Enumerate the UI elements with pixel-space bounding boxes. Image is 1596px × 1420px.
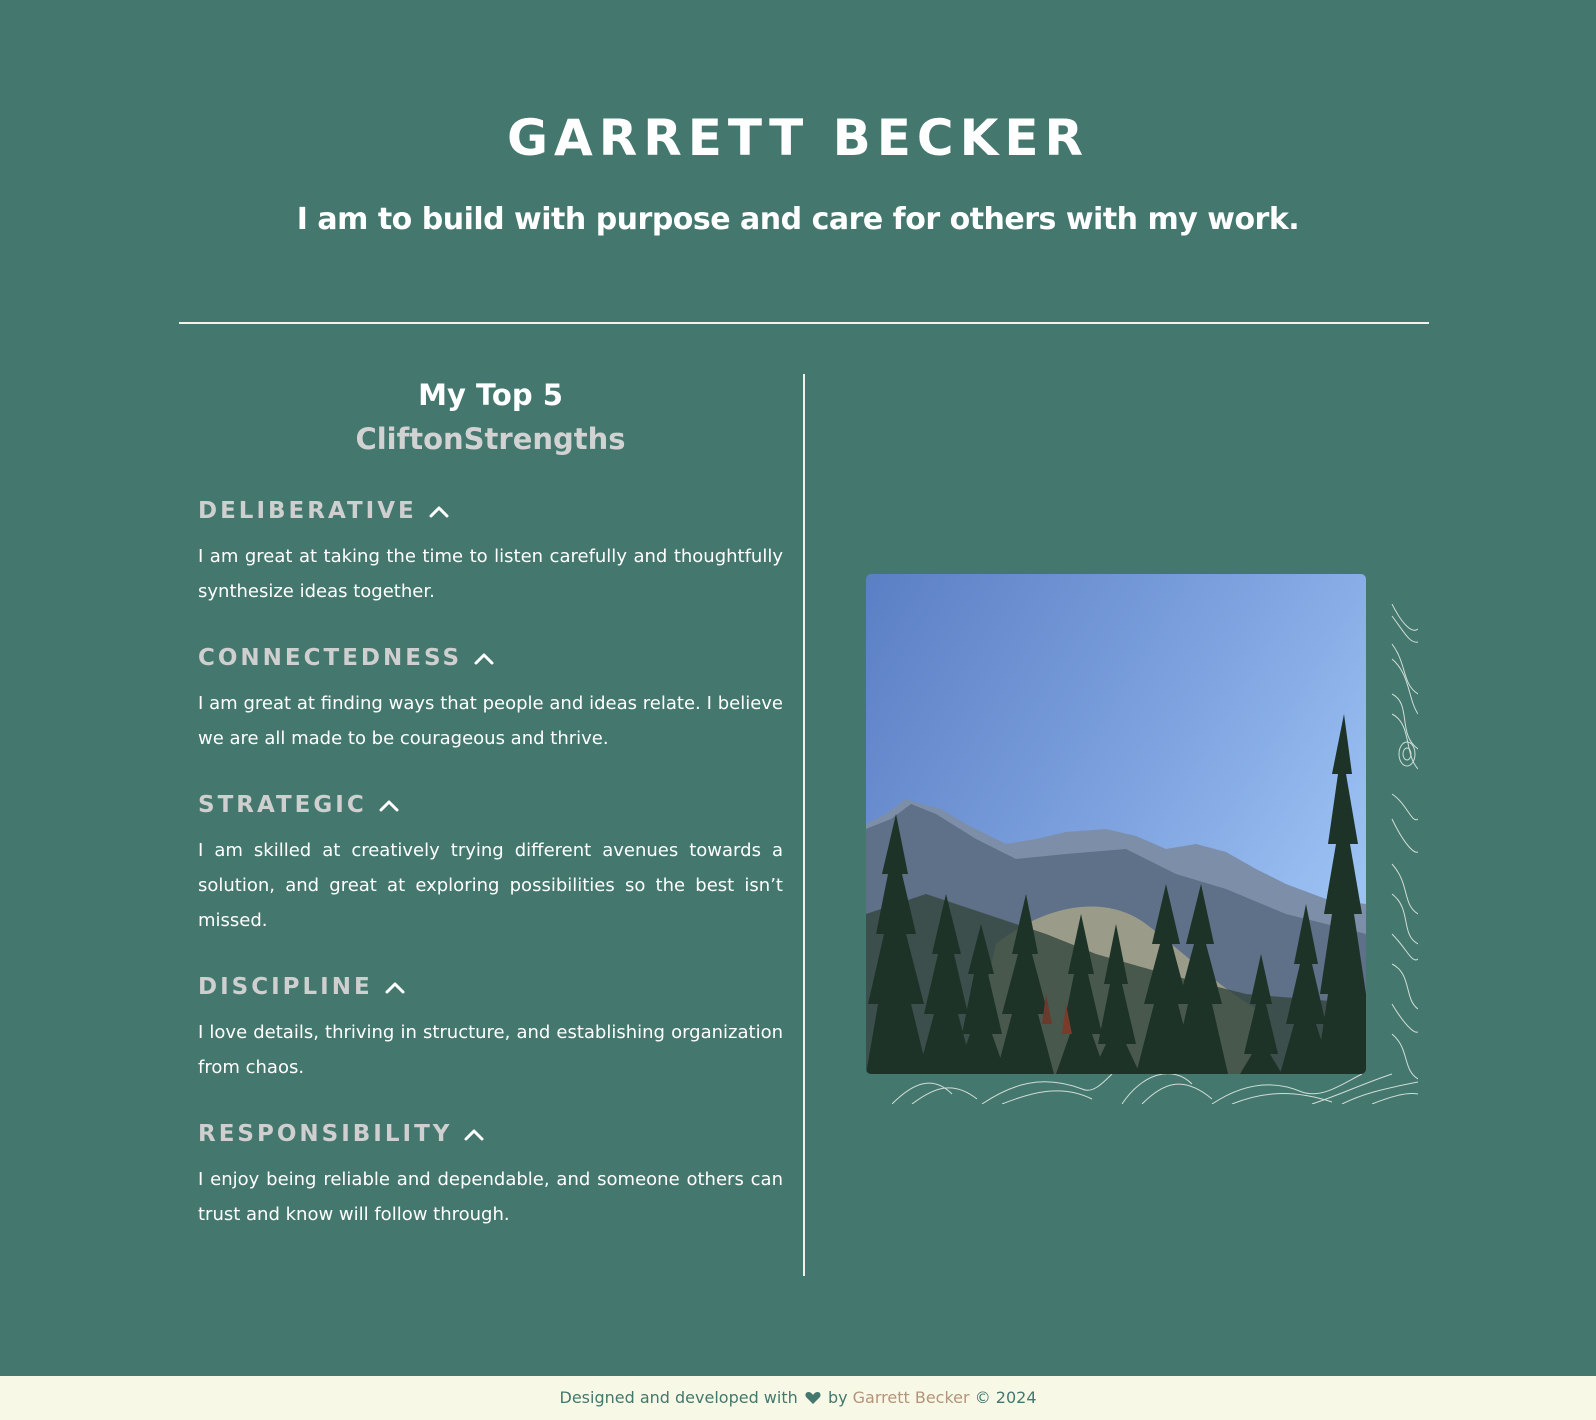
strength-name: STRATEGIC <box>198 792 367 818</box>
strengths-subtitle: CliftonStrengths <box>355 422 626 456</box>
strength-item-strategic: STRATEGIC I am skilled at creatively try… <box>198 790 783 938</box>
strength-toggle-discipline[interactable]: DISCIPLINE <box>198 972 783 1002</box>
strength-description: I am great at taking the time to listen … <box>198 546 783 602</box>
footer-prefix: Designed and developed with <box>559 1388 798 1407</box>
strength-toggle-responsibility[interactable]: RESPONSIBILITY <box>198 1119 783 1149</box>
strength-item-responsibility: RESPONSIBILITY I enjoy being reliable an… <box>198 1119 783 1232</box>
strength-description: I enjoy being reliable and dependable, a… <box>198 1169 783 1225</box>
mountain-landscape-photo <box>866 574 1366 1074</box>
site-title: GARRETT BECKER <box>506 109 1090 167</box>
heart-icon <box>805 1392 821 1404</box>
strength-name: CONNECTEDNESS <box>198 645 463 671</box>
strength-description: I am great at finding ways that people a… <box>198 693 783 749</box>
vertical-divider <box>803 374 805 1276</box>
strength-name: RESPONSIBILITY <box>198 1121 453 1147</box>
mission-statement: I am to build with purpose and care for … <box>296 202 1300 237</box>
strength-item-deliberative: DELIBERATIVE I am great at taking the ti… <box>198 496 783 609</box>
chevron-up-icon[interactable] <box>472 646 496 670</box>
site-header: GARRETT BECKER I am to build with purpos… <box>0 0 1596 240</box>
horizontal-divider <box>179 322 1429 324</box>
site-footer: Designed and developed with by Garrett B… <box>0 1376 1596 1420</box>
strength-item-discipline: DISCIPLINE I love details, thriving in s… <box>198 972 783 1085</box>
strength-description: I am skilled at creatively trying differ… <box>198 840 783 931</box>
strengths-title: My Top 5 <box>418 378 563 412</box>
chevron-up-icon[interactable] <box>377 793 401 817</box>
strength-toggle-strategic[interactable]: STRATEGIC <box>198 790 783 820</box>
chevron-up-icon[interactable] <box>383 975 407 999</box>
strength-toggle-deliberative[interactable]: DELIBERATIVE <box>198 496 783 526</box>
chevron-up-icon[interactable] <box>462 1122 486 1146</box>
footer-by: by <box>827 1388 848 1407</box>
strength-description: I love details, thriving in structure, a… <box>198 1022 783 1078</box>
author-link[interactable]: Garrett Becker <box>853 1388 970 1407</box>
strength-toggle-connectedness[interactable]: CONNECTEDNESS <box>198 643 783 673</box>
strength-name: DELIBERATIVE <box>198 498 417 524</box>
footer-copyright: © 2024 <box>974 1388 1037 1407</box>
chevron-up-icon[interactable] <box>427 499 451 523</box>
strength-item-connectedness: CONNECTEDNESS I am great at finding ways… <box>198 643 783 756</box>
strength-name: DISCIPLINE <box>198 974 373 1000</box>
strengths-section: My Top 5 CliftonStrengths DELIBERATIVE I… <box>198 374 783 1232</box>
